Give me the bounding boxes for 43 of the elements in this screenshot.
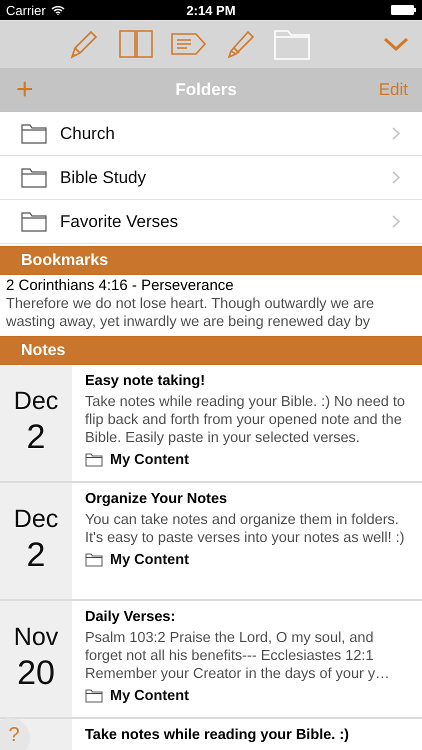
note-day: 2 <box>26 536 46 575</box>
note-text: Psalm 103:2 Praise the Lord, O my soul, and forget not all his benefits--- Ecclesiastes 12:1 Remember your Creator in the days of your y… <box>85 629 391 683</box>
folder-name: Bible Study <box>60 168 146 188</box>
note-folder: My Content <box>110 452 189 468</box>
wifi-icon <box>50 5 65 15</box>
note-month: Nov <box>14 623 58 652</box>
note-folder: My Content <box>110 688 189 704</box>
folder-icon <box>21 212 47 232</box>
bookmark-text: Therefore we do not lose heart. Though outwardly we are wasting away, yet inwardly we are being renewed day by <box>6 295 376 331</box>
folder-icon <box>85 553 103 567</box>
folder-name: Church <box>60 124 115 144</box>
chevron-down-icon[interactable] <box>383 37 409 51</box>
folder-icon[interactable] <box>272 27 312 61</box>
note-title[interactable]: Organize Your Notes <box>85 491 414 507</box>
section-header: Notes <box>0 336 422 365</box>
note-title[interactable]: Daily Verses: <box>85 609 414 625</box>
book-icon[interactable] <box>116 27 156 61</box>
chevron-right-icon <box>392 215 400 228</box>
note-month: Dec <box>14 505 58 534</box>
note-text: You can take notes and organize them in folders. It's easy to paste verses into your notes as well! :) <box>85 511 406 547</box>
note-day: 20 <box>17 654 55 693</box>
note-title[interactable]: Easy note taking! <box>85 373 414 389</box>
carrier-label: Carrier <box>6 2 46 18</box>
folder-icon <box>21 124 47 144</box>
folder-row[interactable]: Bible Study <box>0 156 422 200</box>
chevron-right-icon <box>392 171 400 184</box>
note-day: 2 <box>26 418 46 457</box>
folder-icon <box>85 453 103 467</box>
note-folder: My Content <box>110 552 189 568</box>
folder-row[interactable]: Favorite Verses <box>0 200 422 244</box>
folder-name: Favorite Verses <box>60 212 178 232</box>
note-title[interactable]: Take notes while reading your Bible. :) <box>85 727 414 743</box>
note-month: Dec <box>14 387 58 416</box>
section-header: Bookmarks <box>0 246 422 275</box>
status-time: 2:14 PM <box>185 2 237 18</box>
battery-icon <box>391 5 416 15</box>
bookmark-title[interactable]: 2 Corinthians 4:16 - Perseverance <box>6 277 416 294</box>
folder-icon <box>21 168 47 188</box>
folder-row[interactable]: Church <box>0 112 422 156</box>
chevron-right-icon <box>392 127 400 140</box>
nav-title: Folders <box>175 80 237 100</box>
folder-icon <box>85 689 103 703</box>
note-text: Take notes while reading your Bible. :) No need to flip back and forth from your opened note and the Bible. Easily paste in your selected verses. <box>85 393 406 447</box>
